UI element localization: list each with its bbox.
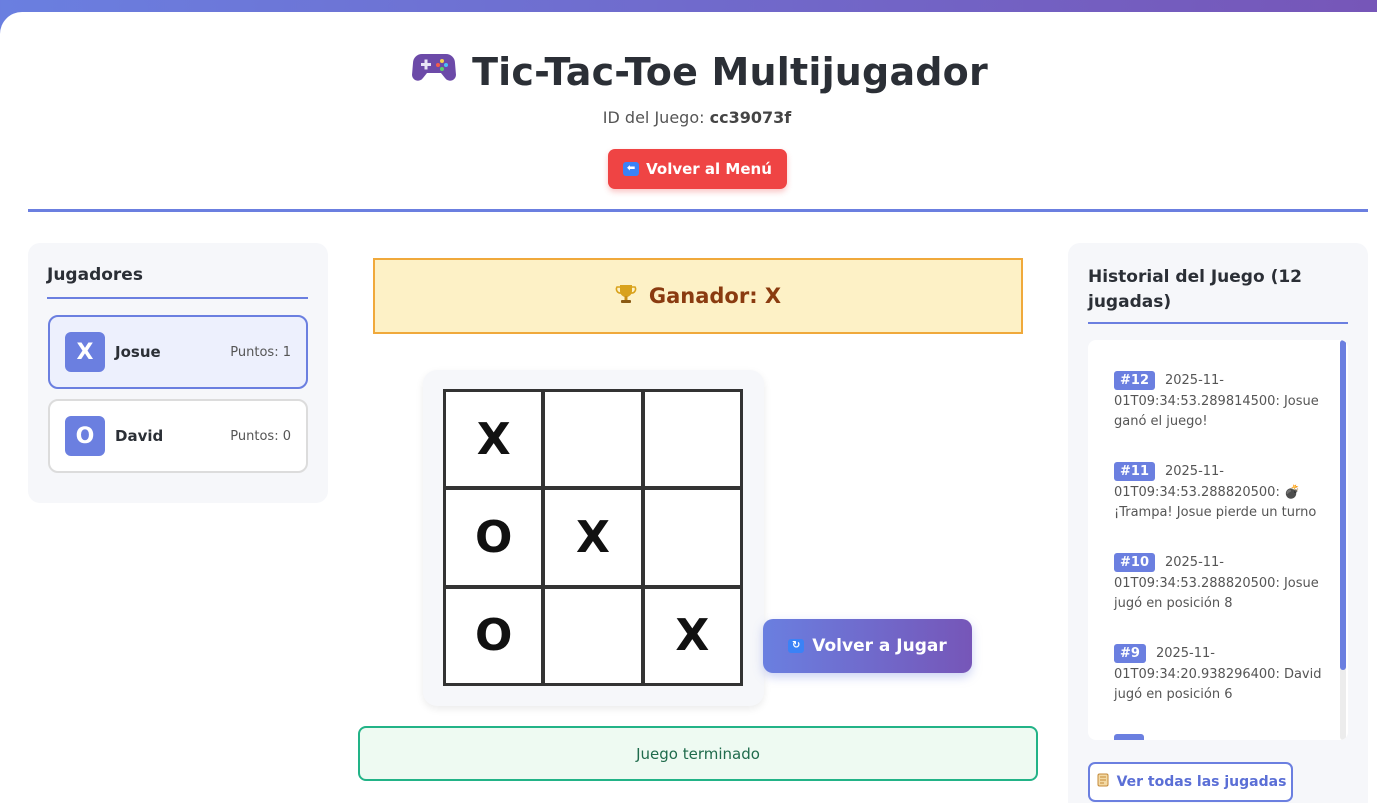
history-entry: #9 2025-11-01T09:34:20.938296400: David j… [1114, 644, 1324, 706]
avatar: O [65, 416, 105, 456]
history-entry-number: #12 [1114, 371, 1155, 390]
trophy-icon [615, 283, 637, 310]
board-cell[interactable]: X [545, 490, 641, 585]
history-list[interactable]: #12 2025-11-01T09:34:53.289814500: Josue … [1088, 340, 1348, 740]
board-cell[interactable]: O [446, 588, 542, 683]
players-panel: Jugadores X Josue Puntos: 1 O David Punt… [28, 243, 328, 503]
board-cell[interactable]: O [446, 490, 542, 585]
board-cell[interactable] [644, 490, 740, 585]
player-card-david: O David Puntos: 0 [48, 399, 308, 473]
refresh-icon: ↻ [788, 639, 805, 653]
player-card-josue: X Josue Puntos: 1 [48, 315, 308, 389]
winner-text: Ganador: X [648, 284, 782, 308]
left-arrow-icon: ⬅ [623, 162, 640, 176]
player-score: Puntos: 0 [230, 428, 291, 444]
board-cell[interactable]: X [644, 588, 740, 683]
winner-banner: Ganador: X [373, 258, 1023, 334]
players-title-rule [47, 297, 308, 299]
history-entry-number: #10 [1114, 553, 1155, 572]
player-name: David [115, 427, 164, 445]
main-card: Tic-Tac-Toe Multijugador ID del Juego: c… [0, 12, 1377, 803]
gamepad-icon [412, 49, 457, 93]
history-title-rule [1088, 322, 1348, 324]
game-id-label: ID del Juego: [602, 108, 705, 127]
back-to-menu-button[interactable]: ⬅ Volver al Menú [608, 149, 787, 189]
game-board: X O X O X [443, 389, 743, 686]
board-cell[interactable]: X [446, 392, 542, 487]
scroll-icon [1095, 772, 1111, 792]
player-score: Puntos: 1 [230, 344, 291, 360]
history-panel: Historial del Juego (12 jugadas) #12 2025… [1068, 243, 1368, 803]
history-entry-partial [1114, 734, 1324, 740]
page-title: Tic-Tac-Toe Multijugador [0, 50, 1377, 97]
game-id: ID del Juego: cc39073f [0, 108, 1377, 127]
history-entry: #11 2025-11-01T09:34:53.288820500: 💣 ¡Tra… [1114, 462, 1324, 524]
players-title: Jugadores [47, 265, 143, 285]
board-cell[interactable] [644, 392, 740, 487]
history-entry: #10 2025-11-01T09:34:53.288820500: Josue … [1114, 553, 1324, 615]
back-to-menu-label: Volver al Menú [646, 160, 772, 178]
board-cell[interactable] [545, 392, 641, 487]
history-title: Historial del Juego (12 jugadas) [1088, 267, 1303, 312]
page-title-text: Tic-Tac-Toe Multijugador [472, 50, 988, 94]
history-scrollbar[interactable] [1340, 340, 1346, 740]
header-divider [28, 209, 1368, 212]
avatar: X [65, 332, 105, 372]
game-id-value: cc39073f [709, 108, 792, 127]
view-all-moves-button[interactable]: Ver todas las jugadas [1088, 762, 1293, 802]
history-scrollbar-thumb[interactable] [1340, 340, 1346, 670]
history-entry-number: #11 [1114, 462, 1155, 481]
game-status: Juego terminado [358, 726, 1038, 781]
play-again-label: Volver a Jugar [812, 636, 947, 656]
history-entry-number: #9 [1114, 644, 1146, 663]
board-container: X O X O X [423, 370, 764, 706]
player-name: Josue [115, 343, 161, 361]
view-all-moves-label: Ver todas las jugadas [1116, 774, 1287, 790]
history-entry-number [1114, 734, 1145, 740]
play-again-button[interactable]: ↻ Volver a Jugar [763, 619, 972, 673]
history-entry: #12 2025-11-01T09:34:53.289814500: Josue … [1114, 371, 1324, 433]
board-cell[interactable] [545, 588, 641, 683]
